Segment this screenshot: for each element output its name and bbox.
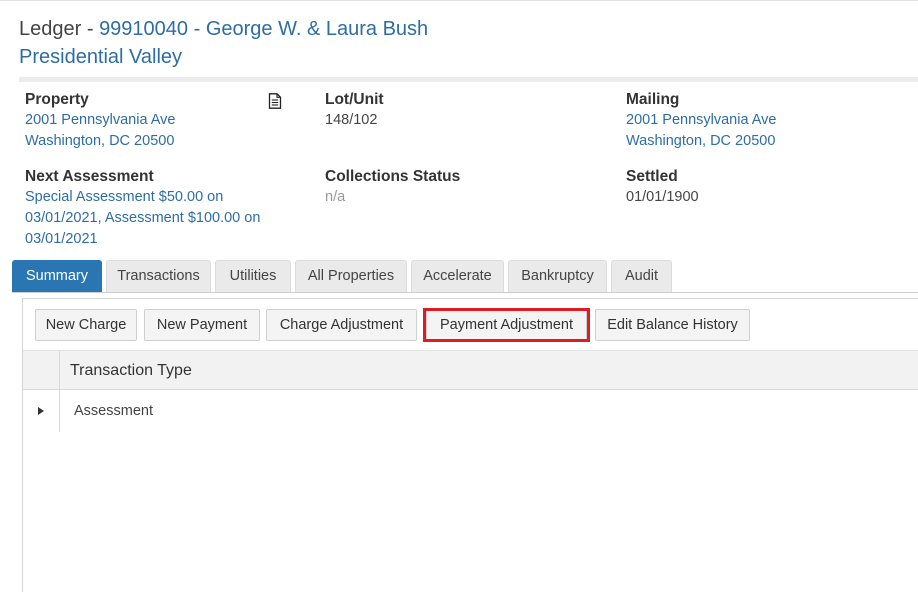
collections-status-block: Collections Status n/a — [325, 166, 460, 208]
transaction-type-cell: Assessment — [74, 403, 153, 419]
collections-status-label: Collections Status — [325, 168, 461, 185]
tab-summary[interactable]: Summary — [12, 260, 102, 293]
new-charge-button[interactable]: New Charge — [35, 309, 137, 341]
tab-accelerate[interactable]: Accelerate — [411, 260, 504, 293]
settled-block: Settled 01/01/1900 — [626, 166, 699, 208]
settled-value: 01/01/1900 — [626, 189, 699, 205]
next-assessment-label: Next Assessment — [25, 168, 154, 185]
transactions-grid-header: Transaction Type — [23, 350, 918, 390]
summary-panel — [22, 298, 918, 592]
mailing-address-line2[interactable]: Washington, DC 20500 — [626, 131, 777, 152]
mailing-label: Mailing — [626, 91, 680, 108]
lot-unit-block: Lot/Unit 148/102 — [325, 89, 384, 131]
expander-cell — [23, 390, 60, 432]
page-title: Ledger - 99910040 - George W. & Laura Bu… — [19, 15, 428, 43]
tab-all-properties[interactable]: All Properties — [295, 260, 407, 293]
next-assessment-block: Next Assessment Special Assessment $50.0… — [25, 166, 260, 250]
new-payment-button[interactable]: New Payment — [144, 309, 260, 341]
table-row: Assessment — [23, 390, 918, 432]
mailing-block: Mailing 2001 Pennsylvania Ave Washington… — [626, 89, 777, 152]
top-divider — [0, 0, 918, 1]
tab-bankruptcy[interactable]: Bankruptcy — [508, 260, 607, 293]
property-address-line1[interactable]: 2001 Pennsylvania Ave — [25, 110, 176, 131]
collections-status-value: n/a — [325, 189, 346, 205]
charge-adjustment-button[interactable]: Charge Adjustment — [266, 309, 417, 341]
expand-arrow-icon[interactable] — [38, 407, 44, 415]
owner-account-link[interactable]: 99910040 - George W. & Laura Bush — [99, 18, 428, 40]
title-prefix: Ledger - — [19, 18, 100, 40]
expander-header-cell — [23, 351, 60, 390]
transaction-type-header[interactable]: Transaction Type — [70, 361, 192, 381]
next-assessment-line3[interactable]: 03/01/2021 — [25, 229, 260, 250]
tab-utilities[interactable]: Utilities — [215, 260, 291, 293]
lot-unit-label: Lot/Unit — [325, 91, 384, 108]
property-address-line2[interactable]: Washington, DC 20500 — [25, 131, 176, 152]
edit-balance-history-button[interactable]: Edit Balance History — [595, 309, 750, 341]
next-assessment-line2[interactable]: 03/01/2021, Assessment $100.00 on — [25, 208, 260, 229]
tab-divider — [12, 292, 918, 293]
property-label: Property — [25, 91, 89, 108]
mailing-address-line1[interactable]: 2001 Pennsylvania Ave — [626, 110, 777, 131]
header-band — [19, 77, 918, 82]
settled-label: Settled — [626, 168, 678, 185]
tab-transactions[interactable]: Transactions — [106, 260, 211, 293]
lot-unit-value: 148/102 — [325, 112, 378, 128]
association-link[interactable]: Presidential Valley — [19, 43, 182, 71]
payment-adjustment-button[interactable]: Payment Adjustment — [426, 309, 587, 341]
property-block: Property 2001 Pennsylvania Ave Washingto… — [25, 89, 176, 152]
tab-audit[interactable]: Audit — [611, 260, 672, 293]
next-assessment-line1[interactable]: Special Assessment $50.00 on — [25, 187, 260, 208]
document-icon[interactable] — [268, 93, 282, 109]
